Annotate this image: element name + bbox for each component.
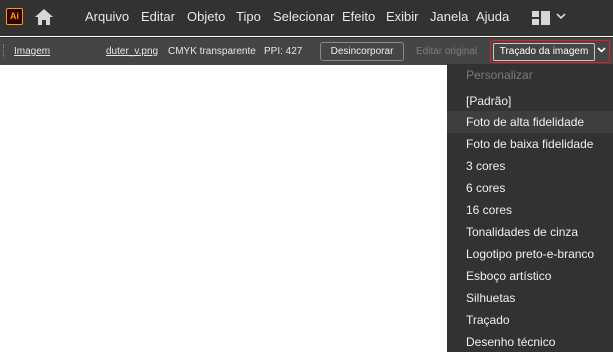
image-trace-button[interactable]: Traçado da imagem — [490, 40, 610, 63]
preset-logotipo-pb[interactable]: Logotipo preto-e-branco — [447, 243, 613, 265]
color-mode-label: CMYK transparente — [168, 46, 256, 57]
preset-desenho-tecnico[interactable]: Desenho técnico — [447, 331, 613, 353]
preset-3-cores[interactable]: 3 cores — [447, 155, 613, 177]
preset-esboco-artistico[interactable]: Esboço artístico — [447, 265, 613, 287]
menu-selecionar[interactable]: Selecionar — [273, 9, 334, 25]
workspace-icon[interactable] — [532, 11, 550, 25]
trace-presets-menu: Personalizar [Padrão] Foto de alta fidel… — [447, 64, 613, 352]
preset-16-cores[interactable]: 16 cores — [447, 199, 613, 221]
preset-padrao[interactable]: [Padrão] — [447, 90, 613, 112]
chevron-down-icon[interactable] — [556, 12, 566, 20]
edit-original-button: Editar original — [416, 46, 478, 57]
preset-tonalidades-cinza[interactable]: Tonalidades de cinza — [447, 221, 613, 243]
app-logo: Ai — [6, 8, 23, 25]
image-trace-label[interactable]: Traçado da imagem — [493, 43, 595, 61]
menu-efeito[interactable]: Efeito — [342, 9, 375, 25]
menu-exibir[interactable]: Exibir — [386, 9, 419, 25]
object-type-label[interactable]: Imagem — [14, 46, 50, 58]
menu-editar[interactable]: Editar — [141, 9, 175, 25]
preset-silhuetas[interactable]: Silhuetas — [447, 287, 613, 309]
home-icon[interactable] — [34, 8, 54, 26]
menu-arquivo[interactable]: Arquivo — [85, 9, 129, 25]
preset-tracado[interactable]: Traçado — [447, 309, 613, 331]
menu-janela[interactable]: Janela — [430, 9, 468, 25]
ppi-label: PPI: 427 — [264, 46, 303, 57]
menu-ajuda[interactable]: Ajuda — [476, 9, 509, 25]
menu-objeto[interactable]: Objeto — [187, 9, 225, 25]
preset-foto-alta-fidelidade[interactable]: Foto de alta fidelidade — [447, 111, 613, 133]
embed-button[interactable]: Desincorporar — [320, 42, 404, 61]
menu-header: Personalizar — [466, 68, 533, 82]
preset-foto-baixa-fidelidade[interactable]: Foto de baixa fidelidade — [447, 133, 613, 155]
preset-6-cores[interactable]: 6 cores — [447, 177, 613, 199]
file-name-link[interactable]: duter_v.png — [106, 46, 158, 58]
chevron-down-icon[interactable] — [597, 46, 606, 53]
grip-handle[interactable] — [3, 44, 6, 58]
menu-bar: Ai Arquivo Editar Objeto Tipo Selecionar… — [0, 0, 613, 36]
menu-tipo[interactable]: Tipo — [236, 9, 261, 25]
